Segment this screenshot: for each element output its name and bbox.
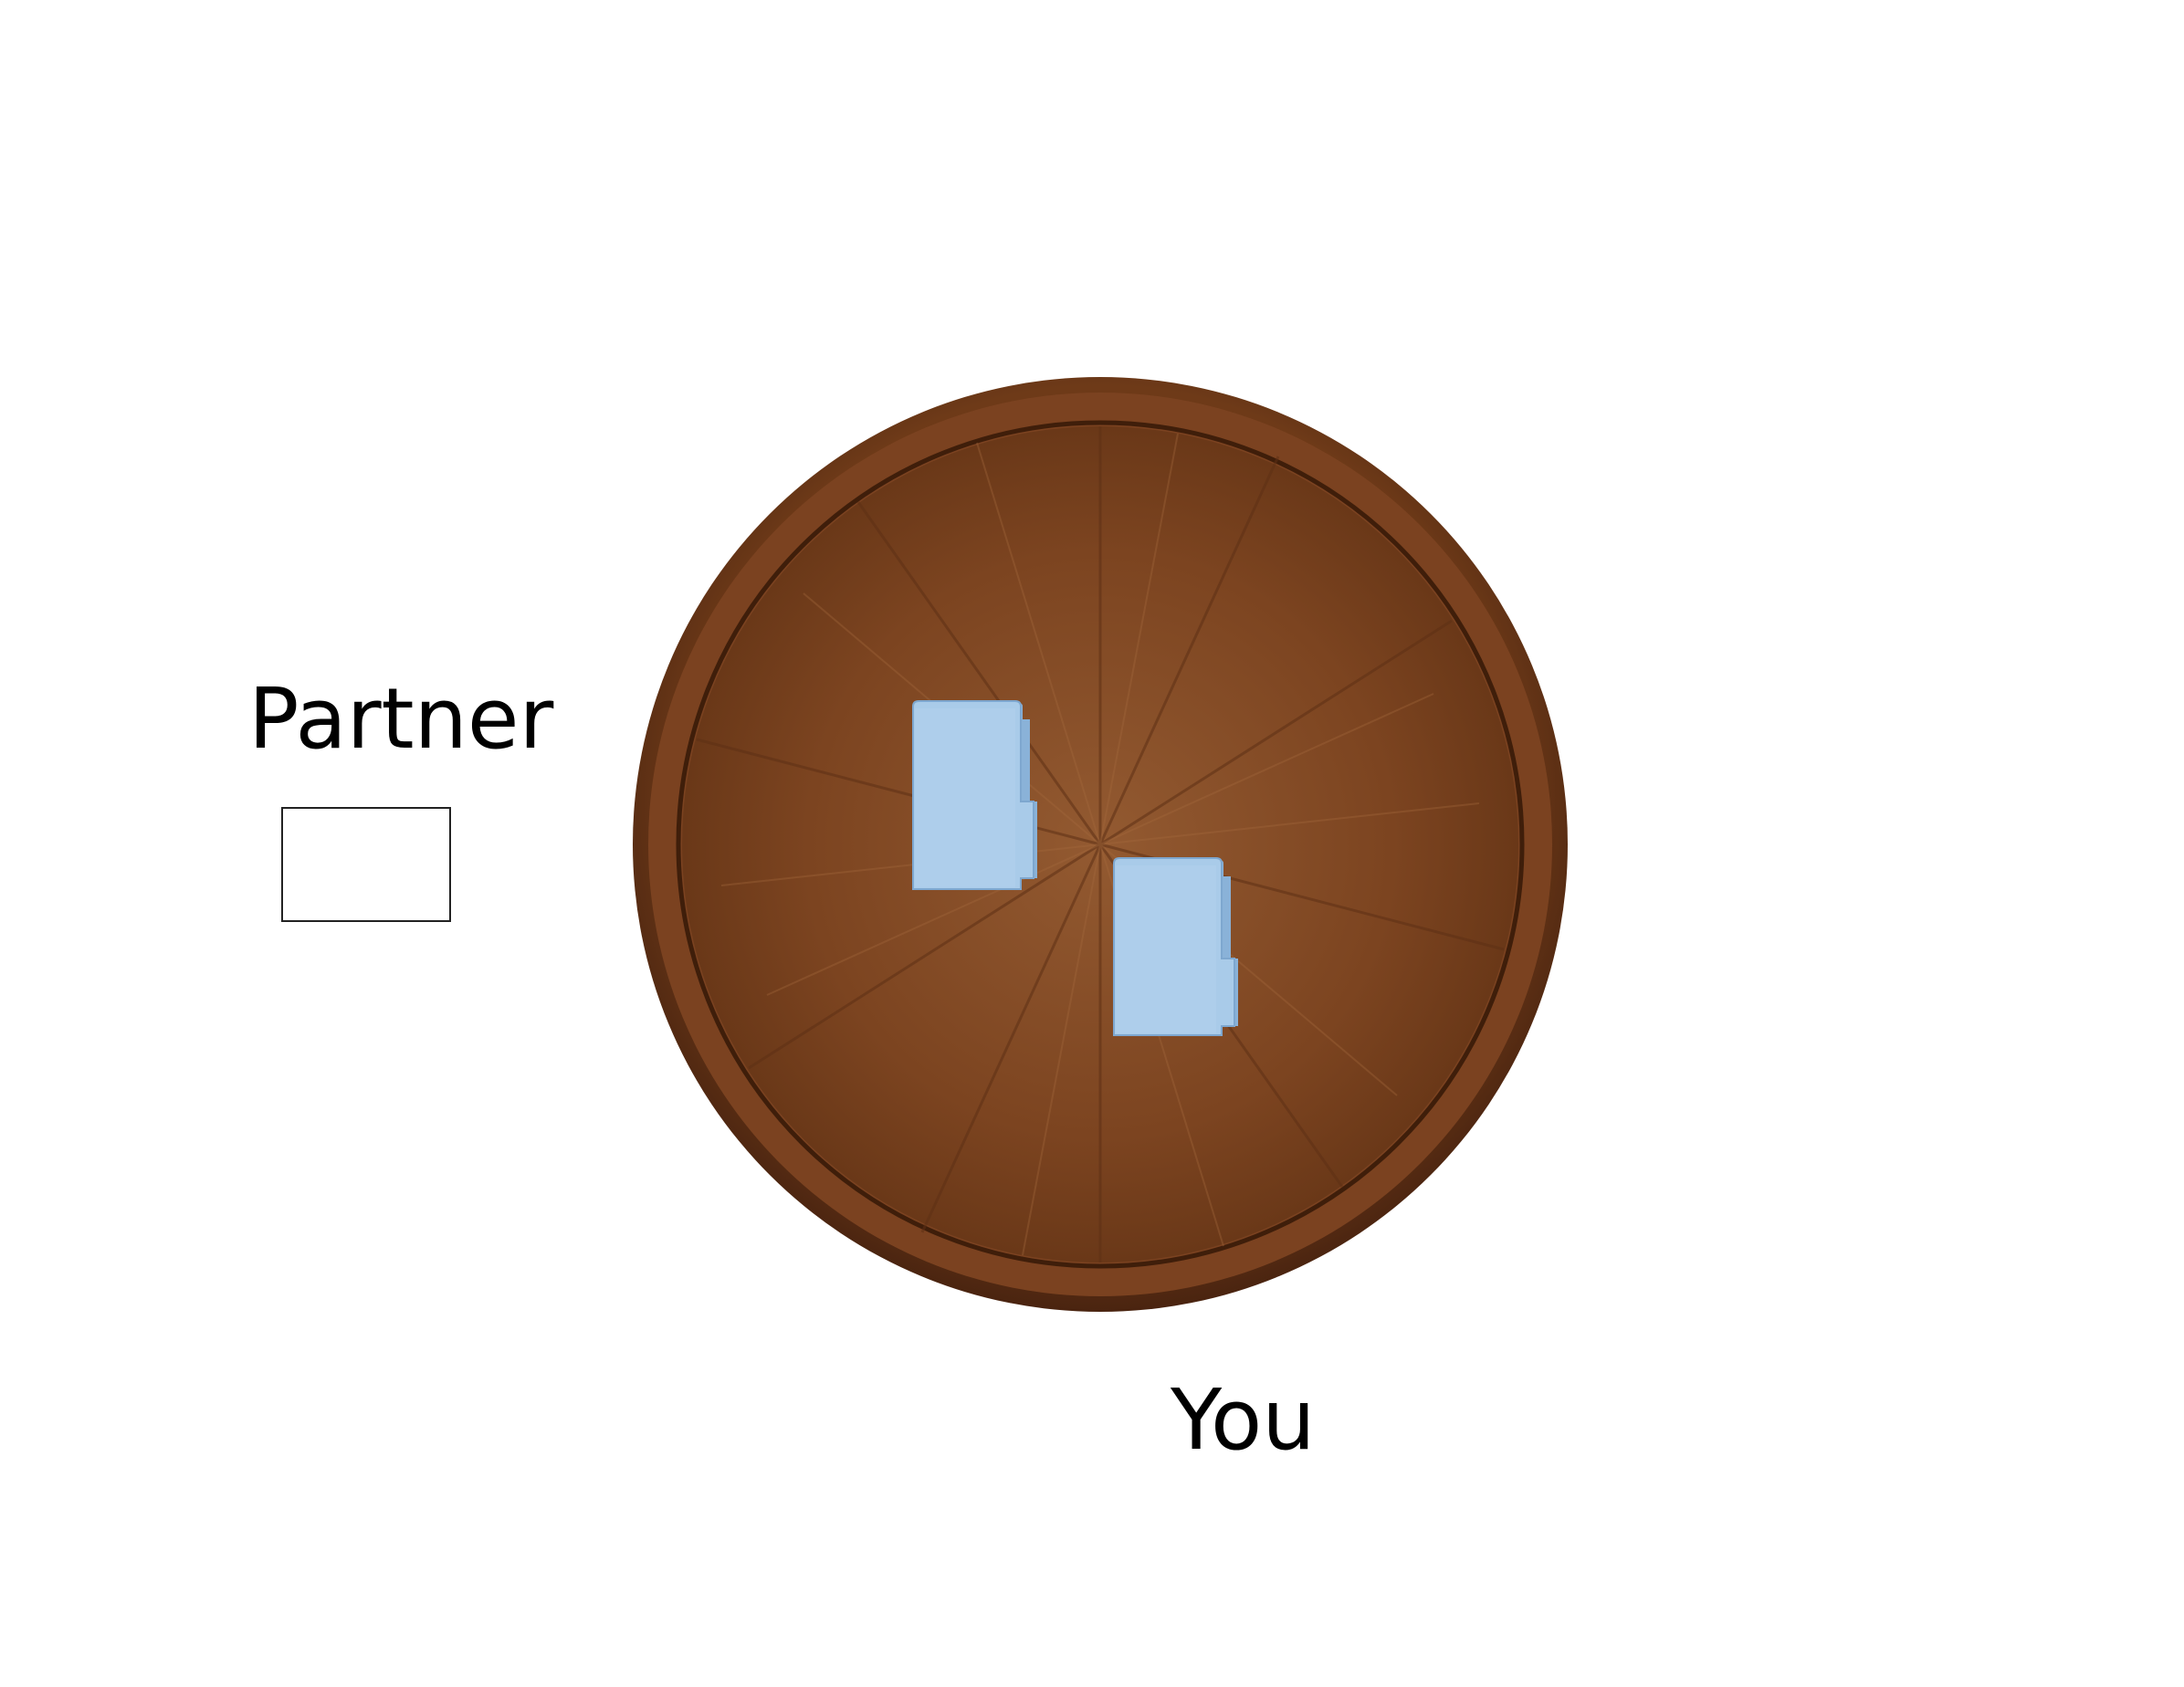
partner-slot[interactable] (281, 807, 451, 922)
you-label: You (1171, 1371, 1316, 1469)
round-table (633, 377, 1568, 1312)
folder-icon-left[interactable] (909, 699, 1046, 893)
folder-icon-right[interactable] (1110, 856, 1247, 1039)
partner-label: Partner (248, 670, 554, 768)
